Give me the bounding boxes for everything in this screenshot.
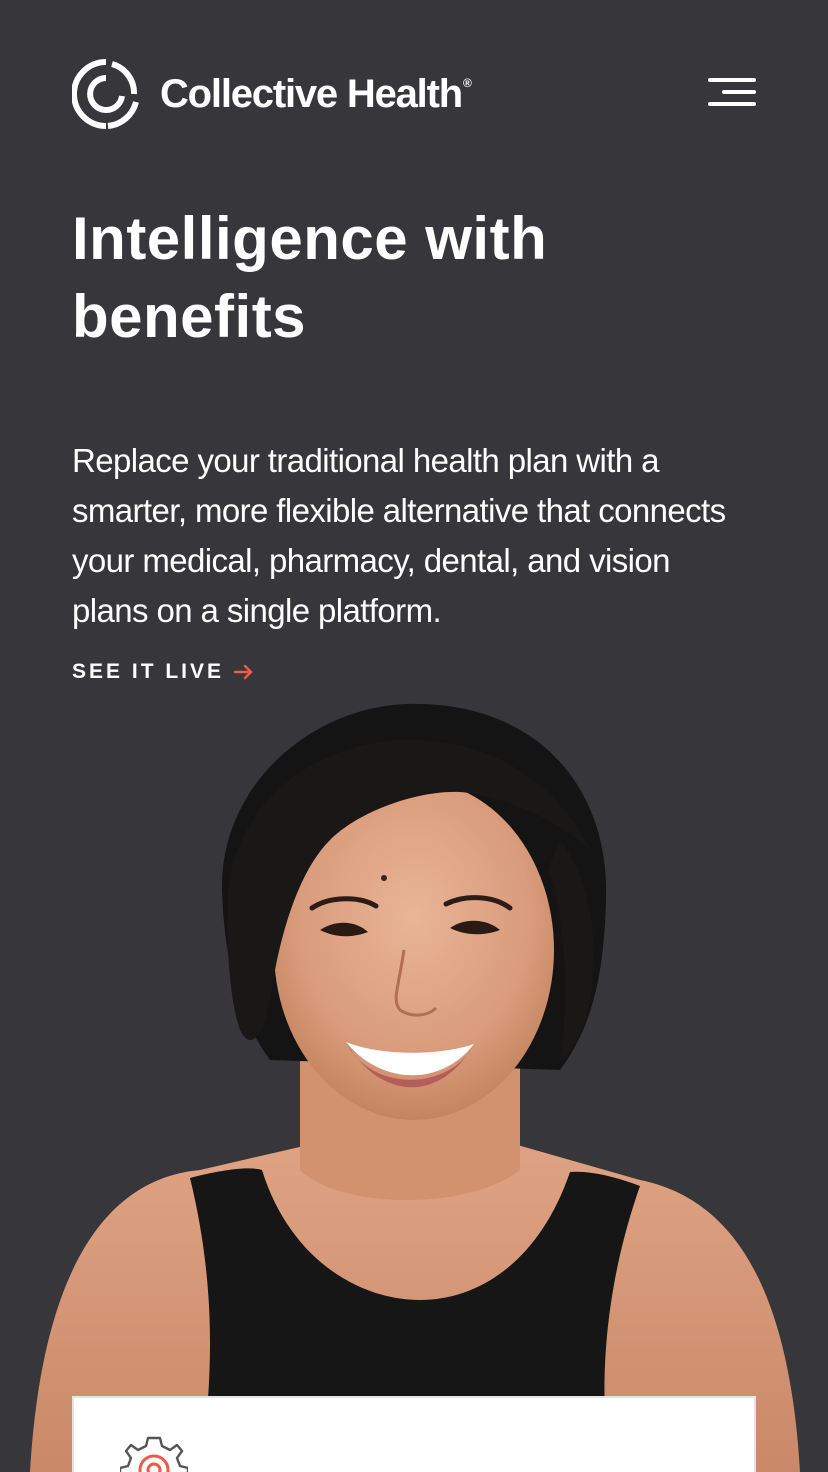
logo-link[interactable]: Collective Health® <box>72 58 472 130</box>
gear-icon <box>120 1436 188 1472</box>
see-it-live-link[interactable]: SEE IT LIVE <box>72 660 254 684</box>
feature-card <box>72 1396 756 1472</box>
smiling-woman-portrait-image <box>30 703 800 1472</box>
logo-wordmark: Collective Health® <box>160 71 472 116</box>
arrow-right-icon <box>234 664 253 680</box>
hamburger-line <box>722 90 756 94</box>
page: Collective Health® Intelligence with ben… <box>0 0 828 1472</box>
hero-headline: Intelligence with benefits <box>72 205 548 350</box>
hero-description: Replace your traditional health plan wit… <box>72 442 726 629</box>
hamburger-menu-icon <box>708 78 756 82</box>
collective-health-logo-icon <box>72 59 139 129</box>
site-header: Collective Health® <box>72 58 756 130</box>
menu-button[interactable] <box>706 78 756 110</box>
hamburger-line <box>708 102 756 106</box>
cta-label: SEE IT LIVE <box>72 660 225 683</box>
